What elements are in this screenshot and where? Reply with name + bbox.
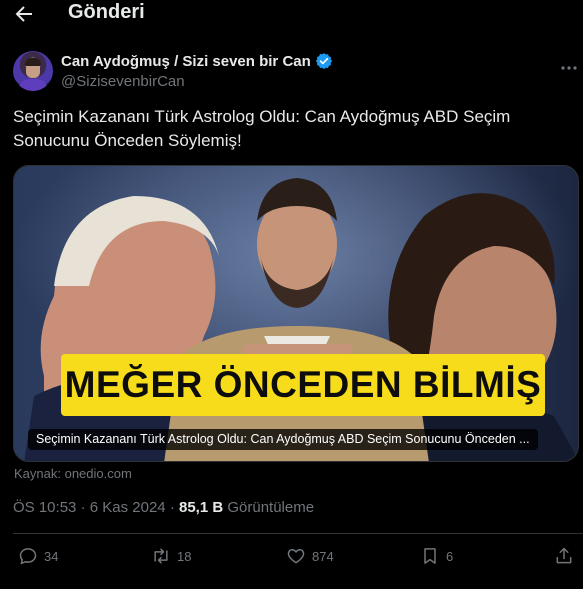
card-banner-text: MEĞER ÖNCEDEN BİLMİŞ — [64, 364, 542, 405]
views-count: 85,1 B — [178, 499, 224, 516]
back-arrow-icon[interactable] — [12, 2, 36, 26]
verified-badge-icon — [315, 53, 332, 70]
card-caption[interactable]: Seçimin Kazananı Türk Astrolog Oldu: Can… — [28, 429, 538, 450]
tweet-text: Seçimin Kazananı Türk Astrolog Oldu: Can… — [13, 107, 511, 150]
meta-separator: · — [169, 499, 175, 516]
card-image — [14, 166, 578, 461]
like-count: 874 — [312, 548, 334, 564]
tweet-meta: ÖS 10:53 · 6 Kas 2024 · 85,1 B Görüntüle… — [13, 499, 314, 516]
views-label: Görüntüleme — [227, 499, 315, 516]
share-icon — [556, 547, 572, 564]
tweet-time[interactable]: ÖS 10:53 — [13, 499, 76, 516]
action-bar: 34 18 874 6 — [0, 546, 583, 572]
divider — [13, 533, 583, 534]
like-button[interactable]: 874 — [286, 546, 334, 566]
bookmark-button[interactable]: 6 — [420, 546, 453, 566]
card-banner: MEĞER ÖNCEDEN BİLMİŞ — [61, 354, 545, 416]
retweet-button[interactable]: 18 — [151, 546, 191, 566]
author-name-row: Can Aydoğmuş / Sizi seven bir Can — [61, 52, 333, 70]
more-options-icon[interactable] — [560, 62, 578, 74]
share-button[interactable] — [554, 546, 580, 566]
top-bar: Gönderi — [0, 0, 583, 30]
tweet-date[interactable]: 6 Kas 2024 — [90, 499, 166, 516]
reply-count: 34 — [44, 548, 59, 564]
avatar[interactable] — [13, 51, 53, 91]
meta-separator: · — [80, 499, 86, 516]
reply-icon — [19, 548, 37, 565]
bookmark-count: 6 — [446, 548, 454, 564]
page-title: Gönderi — [68, 1, 145, 23]
heart-icon — [287, 549, 305, 564]
link-card[interactable]: MEĞER ÖNCEDEN BİLMİŞ Seçimin Kazananı Tü… — [13, 165, 579, 462]
author-handle[interactable]: @SizisevenbirCan — [61, 73, 185, 90]
bookmark-icon — [424, 548, 436, 564]
card-source[interactable]: Kaynak: onedio.com — [14, 466, 132, 481]
retweet-count: 18 — [177, 548, 192, 564]
retweet-icon — [154, 548, 168, 564]
reply-button[interactable]: 34 — [18, 546, 58, 566]
author-display-name[interactable]: Can Aydoğmuş / Sizi seven bir Can — [61, 53, 311, 70]
